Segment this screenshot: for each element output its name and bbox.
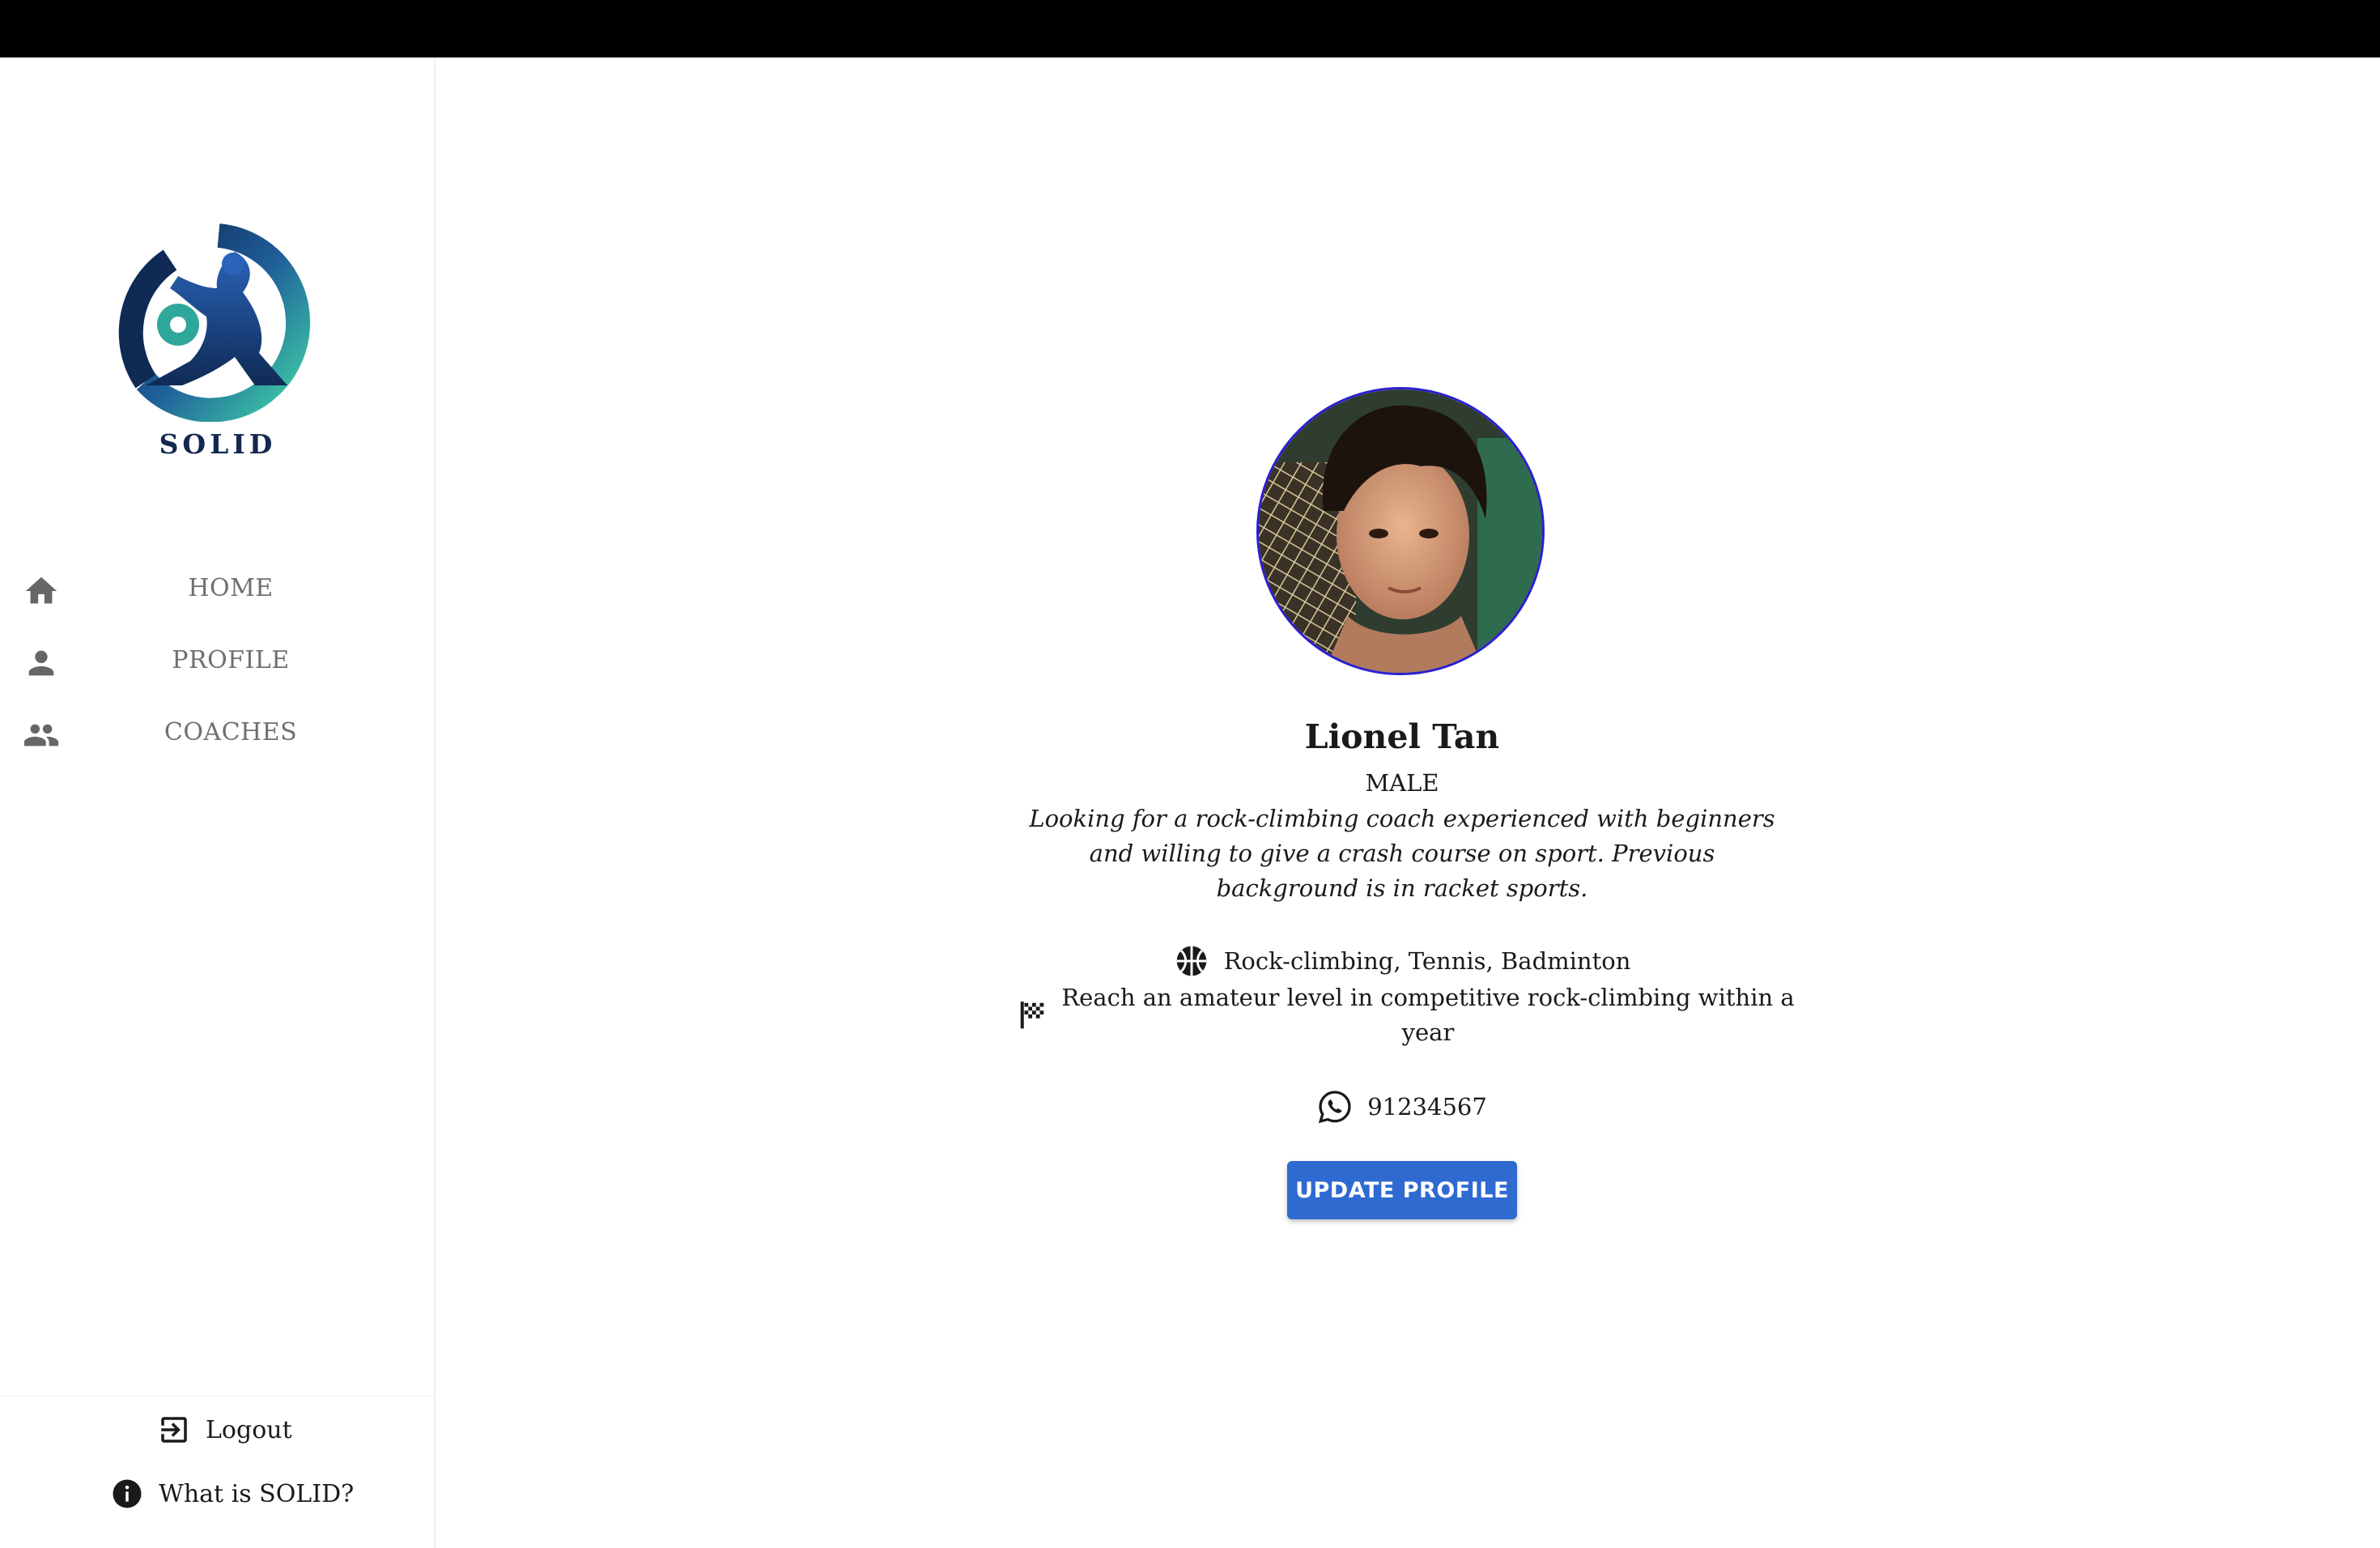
sports-ball-icon (1176, 946, 1206, 976)
profile-phone-row: 91234567 (971, 1088, 1833, 1125)
logout-button[interactable]: Logout (157, 1407, 292, 1452)
nav-item-profile[interactable]: PROFILE (0, 630, 436, 695)
update-profile-button[interactable]: UPDATE PROFILE (1287, 1161, 1517, 1219)
logout-icon (161, 1417, 187, 1443)
profile-sports-row: Rock-climbing, Tennis, Badminton (971, 942, 1833, 980)
logout-label: Logout (206, 1415, 292, 1444)
profile-name: Lionel Tan (1304, 717, 1500, 756)
profile-goal: Reach an amateur level in competitive ro… (1061, 984, 1795, 1046)
profile-bio: Looking for a rock-climbing coach experi… (1029, 805, 1775, 902)
group-icon (23, 724, 59, 746)
home-icon (25, 576, 57, 604)
sidebar-divider (0, 1396, 434, 1397)
nav-item-coaches[interactable]: COACHES (0, 702, 436, 767)
whatsapp-icon (1319, 1091, 1351, 1124)
profile-avatar (1256, 387, 1545, 675)
about-solid-button[interactable]: What is SOLID? (110, 1471, 354, 1516)
profile-gender: MALE (1365, 769, 1439, 797)
brand-name: SOLID (159, 428, 277, 460)
nav-label-coaches: COACHES (164, 718, 298, 746)
nav-label-home: HOME (188, 574, 274, 602)
profile-sports: Rock-climbing, Tennis, Badminton (1223, 947, 1631, 975)
about-solid-label: What is SOLID? (159, 1479, 355, 1508)
checkered-flag-icon (1020, 1002, 1044, 1029)
sidebar: SOLID HOME PROFILE COACHES Logout What i… (0, 57, 436, 1548)
profile-phone: 91234567 (1367, 1093, 1487, 1121)
person-icon (28, 650, 54, 676)
nav-label-profile: PROFILE (172, 646, 290, 674)
info-icon (113, 1479, 142, 1508)
nav-item-home[interactable]: HOME (0, 558, 436, 623)
top-bar (0, 0, 2380, 57)
